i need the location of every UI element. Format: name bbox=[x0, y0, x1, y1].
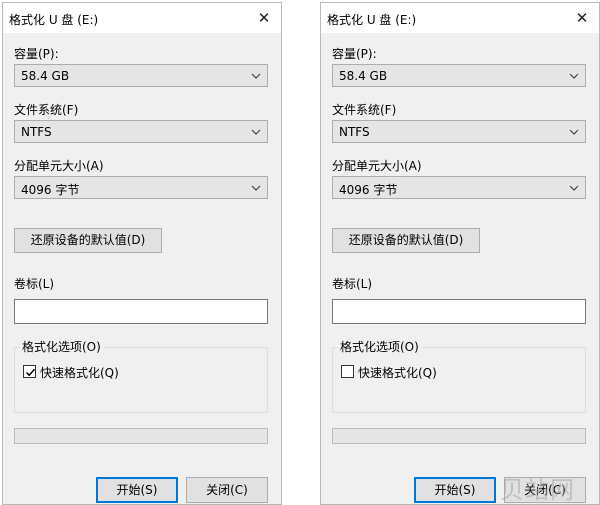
start-button[interactable]: 开始(S) bbox=[96, 477, 178, 503]
chevron-down-icon bbox=[569, 73, 579, 79]
format-progress-bar bbox=[14, 428, 268, 444]
quick-format-checkbox[interactable] bbox=[23, 365, 36, 378]
chevron-down-icon bbox=[251, 73, 261, 79]
capacity-select[interactable]: 58.4 GB bbox=[14, 64, 268, 87]
format-progress-bar bbox=[332, 428, 586, 444]
filesystem-value: NTFS bbox=[339, 125, 370, 139]
title-bar: 格式化 U 盘 (E:) ✕ bbox=[3, 3, 281, 33]
chevron-down-icon bbox=[251, 185, 261, 191]
filesystem-label: 文件系统(F) bbox=[14, 103, 79, 117]
chevron-down-icon bbox=[569, 129, 579, 135]
volume-label-caption: 卷标(L) bbox=[14, 277, 55, 291]
watermark: 贝站网 bbox=[500, 476, 575, 504]
checkmark-icon bbox=[25, 368, 36, 377]
start-button[interactable]: 开始(S) bbox=[414, 477, 496, 503]
filesystem-value: NTFS bbox=[21, 125, 52, 139]
allocation-unit-label: 分配单元大小(A) bbox=[14, 159, 104, 173]
chevron-down-icon bbox=[569, 185, 579, 191]
capacity-value: 58.4 GB bbox=[339, 69, 388, 83]
title-bar: 格式化 U 盘 (E:) ✕ bbox=[321, 3, 599, 33]
format-options-label: 格式化选项(O) bbox=[19, 338, 104, 355]
capacity-label: 容量(P): bbox=[14, 47, 59, 61]
capacity-value: 58.4 GB bbox=[21, 69, 70, 83]
allocation-unit-select[interactable]: 4096 字节 bbox=[332, 176, 586, 199]
quick-format-label: 快速格式化(Q) bbox=[40, 366, 119, 380]
restore-defaults-button[interactable]: 还原设备的默认值(D) bbox=[14, 228, 162, 253]
close-icon[interactable]: ✕ bbox=[247, 3, 281, 33]
format-dialog-right: 格式化 U 盘 (E:) ✕ 容量(P): 58.4 GB 文件系统(F) NT… bbox=[320, 2, 600, 505]
quick-format-checkbox[interactable] bbox=[341, 365, 354, 378]
chevron-down-icon bbox=[251, 129, 261, 135]
close-icon[interactable]: ✕ bbox=[565, 3, 599, 33]
format-dialog-left: 格式化 U 盘 (E:) ✕ 容量(P): 58.4 GB 文件系统(F) NT… bbox=[2, 2, 282, 505]
filesystem-select[interactable]: NTFS bbox=[332, 120, 586, 143]
allocation-unit-label: 分配单元大小(A) bbox=[332, 159, 422, 173]
allocation-unit-value: 4096 字节 bbox=[339, 183, 398, 197]
filesystem-select[interactable]: NTFS bbox=[14, 120, 268, 143]
allocation-unit-value: 4096 字节 bbox=[21, 183, 80, 197]
quick-format-label: 快速格式化(Q) bbox=[358, 366, 437, 380]
volume-label-input[interactable] bbox=[332, 299, 586, 324]
close-button[interactable]: 关闭(C) bbox=[186, 477, 268, 503]
capacity-label: 容量(P): bbox=[332, 47, 377, 61]
dialog-title: 格式化 U 盘 (E:) bbox=[9, 13, 99, 27]
dialog-title: 格式化 U 盘 (E:) bbox=[327, 13, 417, 27]
restore-defaults-button[interactable]: 还原设备的默认值(D) bbox=[332, 228, 480, 253]
allocation-unit-select[interactable]: 4096 字节 bbox=[14, 176, 268, 199]
format-options-label: 格式化选项(O) bbox=[337, 338, 422, 355]
filesystem-label: 文件系统(F) bbox=[332, 103, 397, 117]
volume-label-input[interactable] bbox=[14, 299, 268, 324]
capacity-select[interactable]: 58.4 GB bbox=[332, 64, 586, 87]
volume-label-caption: 卷标(L) bbox=[332, 277, 373, 291]
